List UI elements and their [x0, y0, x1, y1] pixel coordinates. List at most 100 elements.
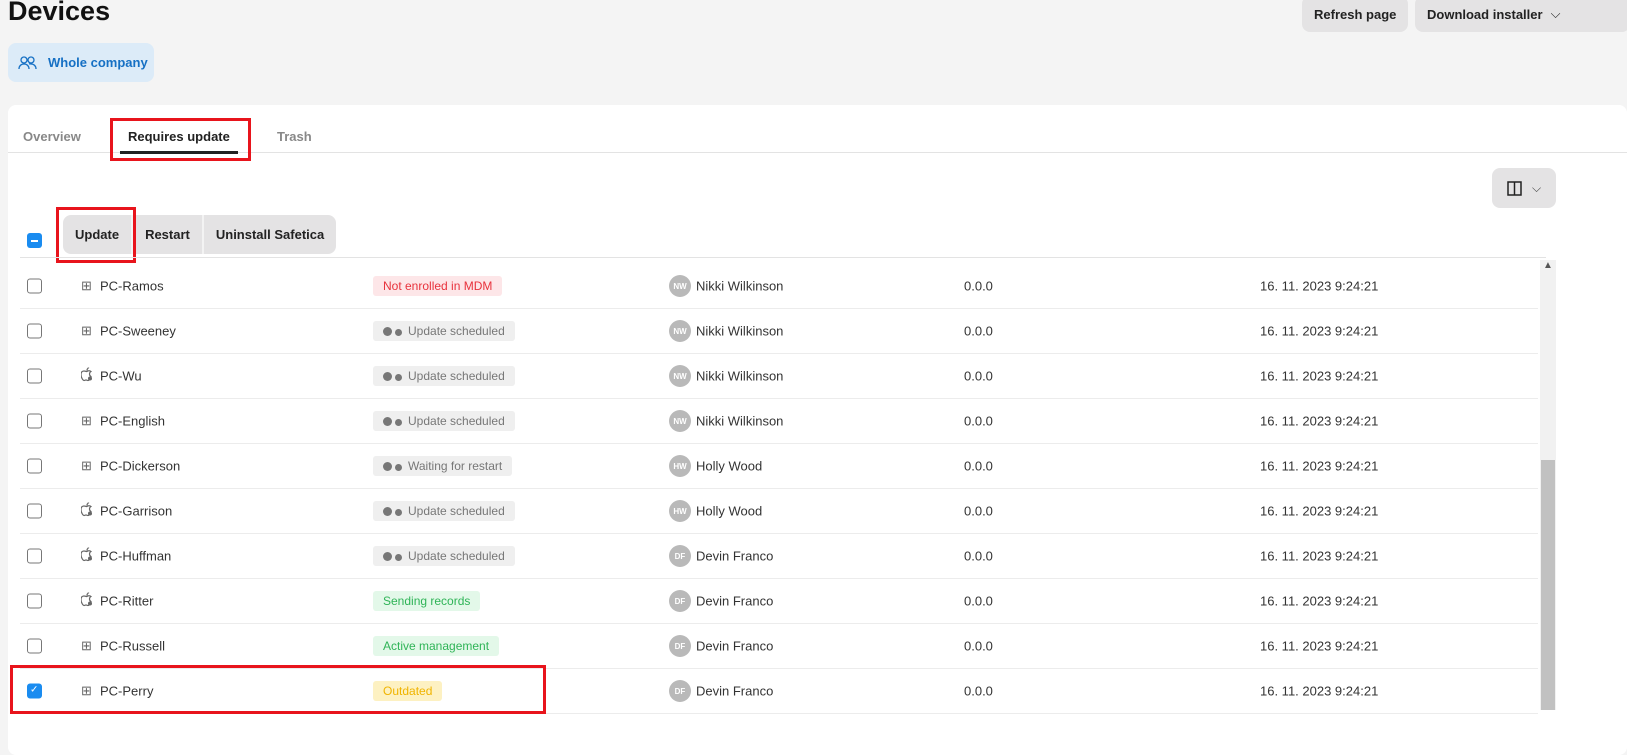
user-name: Holly Wood — [696, 458, 763, 474]
apple-icon — [80, 501, 93, 520]
select-all-checkbox[interactable] — [27, 233, 42, 248]
device-name[interactable]: PC-Huffman — [100, 549, 171, 564]
uninstall-safetica-button[interactable]: Uninstall Safetica — [204, 215, 336, 254]
row-checkbox[interactable] — [27, 323, 42, 339]
avatar: NW — [669, 410, 691, 432]
status-badge: Update scheduled — [373, 366, 515, 386]
status-dot-icon — [395, 329, 402, 336]
windows-icon: ⊞ — [81, 278, 92, 293]
table-row[interactable]: ⊞ PC-Perry Outdated DF Devin Franco 0.0.… — [20, 669, 1538, 714]
download-installer-label: Download installer — [1427, 6, 1543, 22]
status-text: Update scheduled — [408, 414, 505, 428]
tab-bar: Overview Requires update Trash — [8, 105, 1627, 154]
user-name: Devin Franco — [696, 548, 774, 564]
version: 0.0.0 — [964, 683, 993, 699]
status-dot-icon — [383, 552, 392, 561]
avatar: HW — [669, 500, 691, 522]
avatar: DF — [669, 635, 691, 657]
last-activity: 16. 11. 2023 9:24:21 — [1260, 278, 1379, 294]
chevron-down-icon: ⌵ — [1531, 180, 1542, 195]
windows-icon: ⊞ — [81, 458, 92, 473]
refresh-page-button[interactable]: Refresh page — [1302, 0, 1409, 32]
tab-trash[interactable]: Trash — [277, 129, 312, 144]
row-checkbox[interactable] — [27, 548, 42, 564]
device-name[interactable]: PC-Wu — [100, 369, 142, 384]
table-row[interactable]: ⊞ PC-English Update scheduled NW Nikki W… — [20, 399, 1538, 444]
status-dot-icon — [395, 419, 402, 426]
user-name: Nikki Wilkinson — [696, 413, 784, 429]
device-name[interactable]: PC-Ramos — [100, 279, 164, 294]
windows-icon: ⊞ — [81, 638, 92, 653]
status-text: Waiting for restart — [408, 459, 503, 473]
row-checkbox[interactable] — [27, 278, 42, 294]
last-activity: 16. 11. 2023 9:24:21 — [1260, 458, 1379, 474]
table-row[interactable]: ⊞ PC-Dickerson Waiting for restart HW Ho… — [20, 444, 1538, 489]
status-dot-icon — [395, 374, 402, 381]
scrollbar-thumb[interactable] — [1541, 460, 1555, 710]
row-checkbox[interactable] — [27, 458, 42, 474]
device-name[interactable]: PC-Ritter — [100, 594, 153, 609]
download-installer-button[interactable]: Download installer ⌵ — [1415, 0, 1627, 32]
version: 0.0.0 — [964, 503, 993, 519]
table-row[interactable]: ⊞ PC-Sweeney Update scheduled NW Nikki W… — [20, 309, 1538, 354]
apple-icon — [80, 591, 93, 610]
device-name[interactable]: PC-Russell — [100, 639, 165, 654]
restart-button[interactable]: Restart — [133, 215, 204, 254]
table-row[interactable]: PC-Wu Update scheduled NW Nikki Wilkinso… — [20, 354, 1538, 399]
status-badge: Waiting for restart — [373, 456, 513, 476]
table-row[interactable]: ⊞ PC-Ramos Not enrolled in MDM NW Nikki … — [20, 264, 1538, 309]
device-name[interactable]: PC-English — [100, 414, 165, 429]
status-badge: Update scheduled — [373, 321, 515, 341]
windows-icon: ⊞ — [81, 413, 92, 428]
version: 0.0.0 — [964, 413, 993, 429]
status-text: Update scheduled — [408, 369, 505, 383]
devices-card: Overview Requires update Trash ⌵ Update … — [8, 105, 1627, 755]
apple-icon — [80, 366, 93, 385]
users-icon — [18, 55, 37, 69]
row-checkbox[interactable] — [27, 683, 42, 699]
columns-icon — [1507, 180, 1522, 196]
row-checkbox[interactable] — [27, 638, 42, 654]
page-title: Devices — [8, 0, 111, 26]
status-badge: Update scheduled — [373, 501, 515, 521]
row-checkbox[interactable] — [27, 368, 42, 384]
table-row[interactable]: ⊞ PC-Russell Active management DF Devin … — [20, 624, 1538, 669]
last-activity: 16. 11. 2023 9:24:21 — [1260, 368, 1379, 384]
tab-requires-update[interactable]: Requires update — [120, 129, 238, 154]
status-badge: Active management — [373, 636, 500, 656]
user-name: Nikki Wilkinson — [696, 323, 784, 339]
device-name[interactable]: PC-Garrison — [100, 504, 172, 519]
user-name: Nikki Wilkinson — [696, 278, 784, 294]
scroll-up-icon[interactable]: ▲ — [1543, 260, 1553, 271]
status-badge: Update scheduled — [373, 411, 515, 431]
device-name[interactable]: PC-Dickerson — [100, 459, 180, 474]
update-button[interactable]: Update — [63, 215, 134, 254]
table-row[interactable]: PC-Garrison Update scheduled HW Holly Wo… — [20, 489, 1538, 534]
devices-table: ⊞ PC-Ramos Not enrolled in MDM NW Nikki … — [20, 264, 1538, 714]
status-badge: Sending records — [373, 591, 481, 611]
row-checkbox[interactable] — [27, 413, 42, 429]
row-checkbox[interactable] — [27, 503, 42, 519]
scope-selector[interactable]: Whole company — [8, 43, 154, 82]
tab-overview[interactable]: Overview — [23, 129, 81, 144]
version: 0.0.0 — [964, 323, 993, 339]
scope-label: Whole company — [48, 55, 148, 70]
avatar: NW — [669, 275, 691, 297]
status-dot-icon — [395, 554, 402, 561]
status-dot-icon — [383, 372, 392, 381]
avatar: HW — [669, 455, 691, 477]
version: 0.0.0 — [964, 278, 993, 294]
last-activity: 16. 11. 2023 9:24:21 — [1260, 593, 1379, 609]
status-text: Sending records — [383, 594, 471, 608]
table-row[interactable]: PC-Ritter Sending records DF Devin Franc… — [20, 579, 1538, 624]
status-badge: Update scheduled — [373, 546, 515, 566]
row-checkbox[interactable] — [27, 593, 42, 609]
status-dot-icon — [395, 464, 402, 471]
status-text: Update scheduled — [408, 324, 505, 338]
status-dot-icon — [383, 327, 392, 336]
status-dot-icon — [383, 462, 392, 471]
table-row[interactable]: PC-Huffman Update scheduled DF Devin Fra… — [20, 534, 1538, 579]
device-name[interactable]: PC-Sweeney — [100, 324, 176, 339]
column-settings-button[interactable]: ⌵ — [1492, 168, 1556, 208]
device-name[interactable]: PC-Perry — [100, 684, 153, 699]
